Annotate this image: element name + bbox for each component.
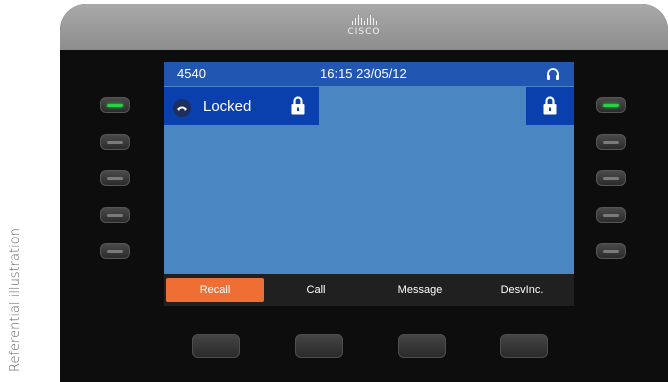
line-lock-indicator	[526, 87, 574, 125]
lock-icon	[543, 96, 557, 115]
side-caption: Referential illustration	[8, 228, 23, 372]
softkey-button-3[interactable]	[398, 334, 446, 358]
lock-icon	[291, 96, 305, 115]
line-label: Locked	[203, 98, 252, 115]
ip-phone: CISCO 4540 16:15 23/05/12 Locked Recall …	[60, 4, 668, 382]
status-bar: 4540 16:15 23/05/12	[164, 62, 574, 86]
softkey-button-1[interactable]	[192, 334, 240, 358]
date-time: 16:15 23/05/12	[320, 66, 407, 81]
line-key-right-5[interactable]	[596, 243, 626, 259]
line-row-locked[interactable]: Locked	[164, 87, 319, 125]
line-led-off	[603, 214, 619, 217]
softkey-bar: Recall Call Message DesvInc.	[164, 274, 574, 306]
line-led-off	[603, 250, 619, 253]
line-led-on	[603, 104, 619, 107]
line-led-on	[107, 104, 123, 107]
softkey-desvinc[interactable]: DesvInc.	[472, 278, 572, 302]
line-key-left-3[interactable]	[100, 170, 130, 186]
cisco-logo-bars-icon	[344, 15, 384, 25]
handset-icon	[173, 99, 191, 117]
line-led-off	[603, 141, 619, 144]
line-led-off	[107, 141, 123, 144]
softkey-button-4[interactable]	[500, 334, 548, 358]
line-key-left-5[interactable]	[100, 243, 130, 259]
softkey-button-2[interactable]	[295, 334, 343, 358]
line-led-off	[107, 177, 123, 180]
line-led-off	[603, 177, 619, 180]
line-key-right-4[interactable]	[596, 207, 626, 223]
line-key-right-3[interactable]	[596, 170, 626, 186]
softkey-recall[interactable]: Recall	[166, 278, 264, 302]
line-led-off	[107, 214, 123, 217]
cisco-logo: CISCO	[344, 15, 384, 41]
softkey-message[interactable]: Message	[370, 278, 470, 302]
top-bezel: CISCO	[60, 4, 668, 50]
extension-number: 4540	[177, 66, 206, 81]
line-key-right-1[interactable]	[596, 97, 626, 113]
line-key-left-2[interactable]	[100, 134, 130, 150]
cisco-logo-text: CISCO	[347, 27, 381, 37]
phone-display: 4540 16:15 23/05/12 Locked Recall Call M…	[164, 62, 574, 306]
line-key-left-1[interactable]	[100, 97, 130, 113]
softkey-call[interactable]: Call	[268, 278, 364, 302]
line-key-left-4[interactable]	[100, 207, 130, 223]
headset-icon	[547, 68, 559, 80]
line-led-off	[107, 250, 123, 253]
line-key-right-2[interactable]	[596, 134, 626, 150]
